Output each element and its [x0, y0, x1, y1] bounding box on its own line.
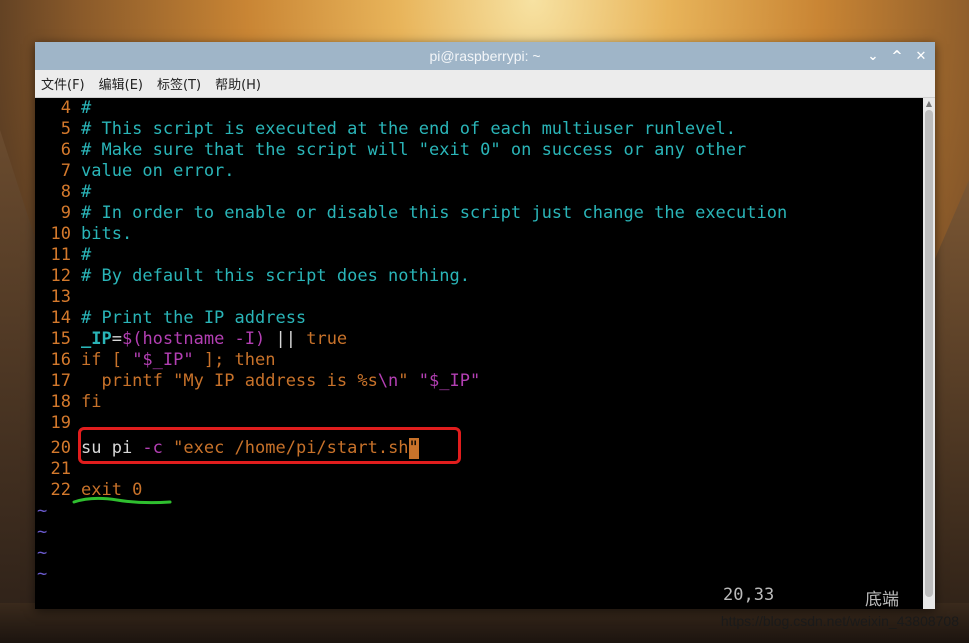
- close-icon[interactable]: ✕: [915, 49, 927, 64]
- line-number: 14: [50, 308, 71, 328]
- code-line: 18 fi: [35, 392, 102, 413]
- maximize-icon[interactable]: ^: [891, 49, 903, 64]
- terminal-window: pi@raspberrypi: ~ ⌄ ^ ✕ 文件(F) 编辑(E) 标签(T…: [35, 42, 935, 610]
- code-line: 9 # In order to enable or disable this sc…: [35, 203, 787, 224]
- line-number: 11: [50, 245, 71, 265]
- line-number: 20: [50, 438, 71, 458]
- empty-line-tilde: ~: [37, 564, 48, 584]
- line-number: 9: [60, 203, 71, 223]
- line-number: 21: [50, 459, 71, 479]
- menu-tabs[interactable]: 标签(T): [157, 74, 201, 93]
- line-number: 7: [60, 161, 71, 181]
- code-line: 16 if [ "$_IP" ]; then: [35, 350, 276, 371]
- code-line: 15 _IP=$(hostname -I) || true: [35, 329, 348, 350]
- menu-help[interactable]: 帮助(H): [215, 74, 261, 93]
- line-number: 5: [60, 119, 71, 139]
- title-bar[interactable]: pi@raspberrypi: ~ ⌄ ^ ✕: [35, 42, 935, 70]
- background-mountain-right: [929, 180, 969, 643]
- line-number: 16: [50, 350, 71, 370]
- terminal-content[interactable]: 4 # 5 # This script is executed at the end…: [35, 98, 923, 609]
- green-underline-annotation: [72, 496, 172, 505]
- code-line: 17 printf "My IP address is %s\n" "$_IP": [35, 371, 481, 392]
- line-number: 22: [50, 480, 71, 500]
- code-line: 11 #: [35, 245, 92, 266]
- red-highlight-box: [78, 427, 461, 464]
- line-number: 12: [50, 266, 71, 286]
- menu-file[interactable]: 文件(F): [41, 74, 85, 93]
- line-number: 17: [50, 371, 71, 391]
- scroll-thumb[interactable]: [925, 110, 933, 597]
- empty-line-tilde: ~: [37, 543, 48, 563]
- code-line: 4 #: [35, 98, 92, 119]
- code-line: 10 bits.: [35, 224, 133, 245]
- empty-line-tilde: ~: [37, 501, 48, 521]
- watermark-text: https://blog.csdn.net/weixin_43808708: [720, 613, 959, 629]
- code-line: 12 # By default this script does nothing.: [35, 266, 470, 287]
- line-number: 4: [60, 98, 71, 118]
- code-line: 21: [35, 459, 71, 480]
- menu-edit[interactable]: 编辑(E): [99, 74, 143, 93]
- line-number: 13: [50, 287, 71, 307]
- code-line: 6 # Make sure that the script will "exit …: [35, 140, 747, 161]
- empty-line-tilde: ~: [37, 522, 48, 542]
- line-number: 8: [60, 182, 71, 202]
- code-line: 19: [35, 413, 71, 434]
- vertical-scrollbar[interactable]: ▲: [923, 98, 935, 609]
- code-line: 13: [35, 287, 71, 308]
- code-line: 5 # This script is executed at the end of…: [35, 119, 736, 140]
- line-number: 15: [50, 329, 71, 349]
- code-line: 7 value on error.: [35, 161, 235, 182]
- scroll-position: 底端: [865, 590, 899, 610]
- line-number: 10: [50, 224, 71, 244]
- line-number: 18: [50, 392, 71, 412]
- code-line: 14 # Print the IP address: [35, 308, 307, 329]
- window-controls: ⌄ ^ ✕: [867, 42, 927, 70]
- code-line: 8 #: [35, 182, 92, 203]
- menu-bar: 文件(F) 编辑(E) 标签(T) 帮助(H): [35, 70, 935, 98]
- cursor-position: 20,33: [723, 585, 775, 605]
- minimize-icon[interactable]: ⌄: [867, 49, 879, 64]
- line-number: 6: [60, 140, 71, 160]
- scroll-up-arrow-icon[interactable]: ▲: [923, 98, 935, 110]
- line-number: 19: [50, 413, 71, 433]
- window-title: pi@raspberrypi: ~: [429, 48, 541, 64]
